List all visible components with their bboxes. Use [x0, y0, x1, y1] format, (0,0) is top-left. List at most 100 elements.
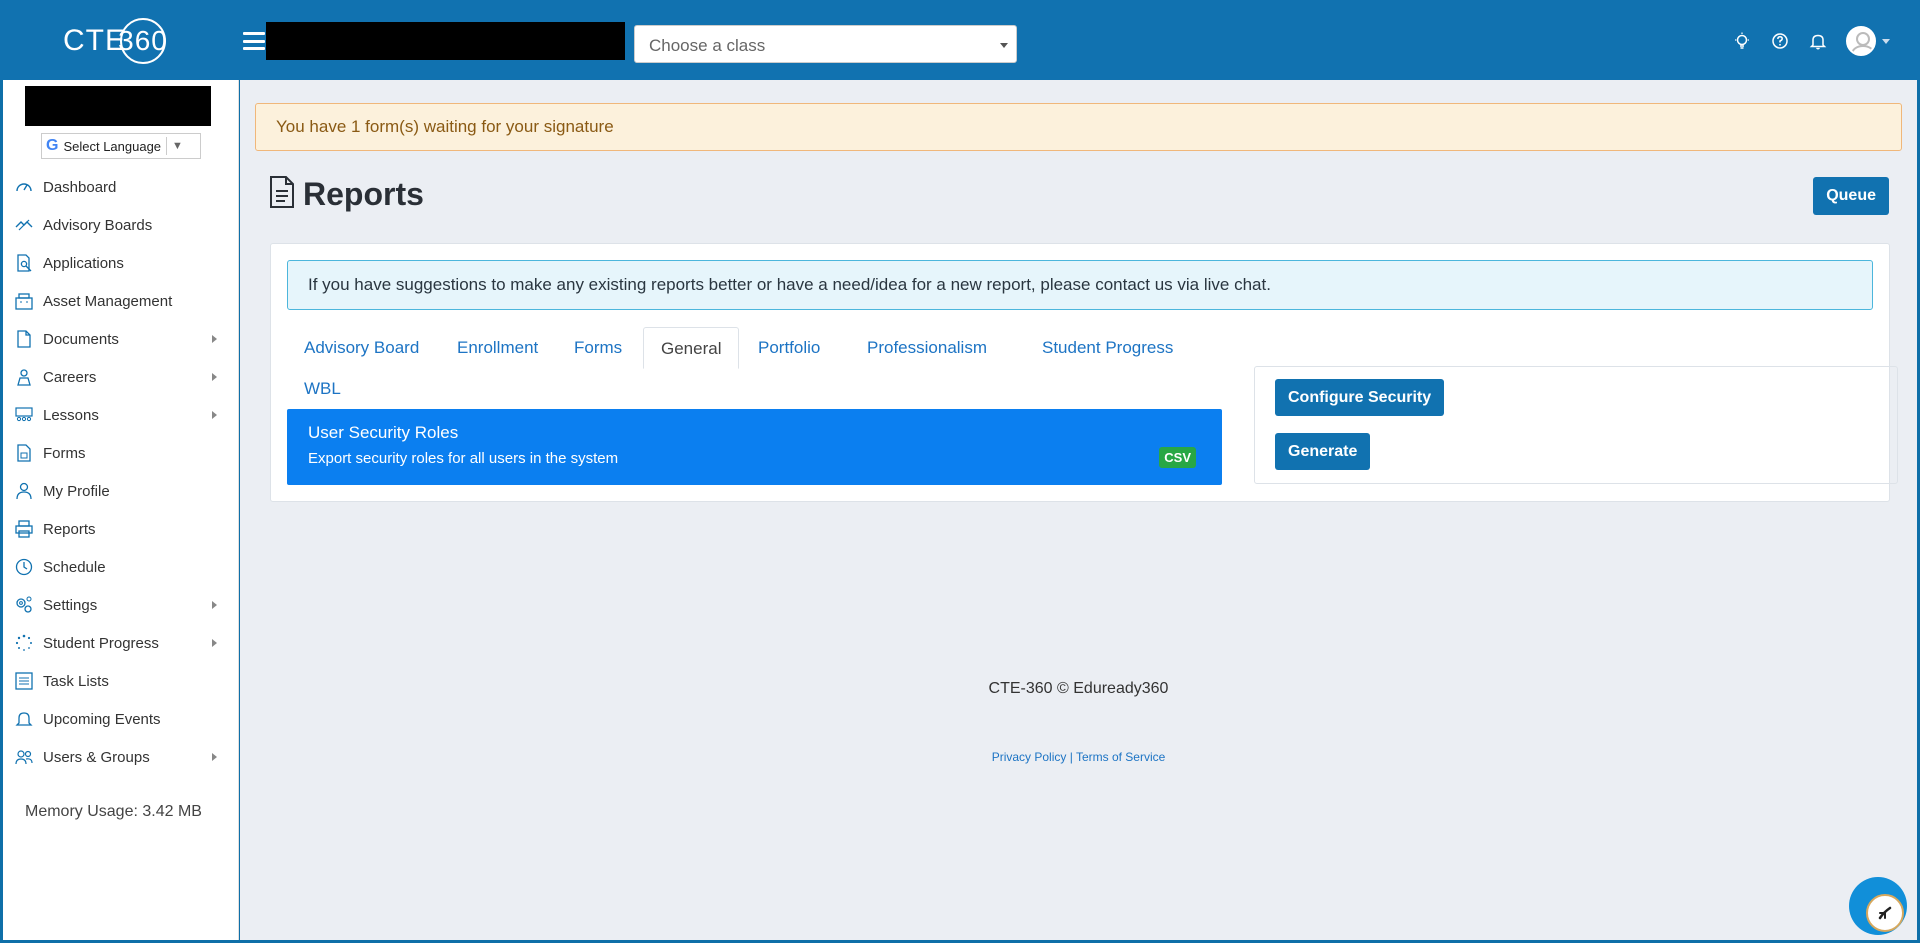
configure-security-button[interactable]: Configure Security	[1275, 379, 1445, 416]
info-banner: If you have suggestions to make any exis…	[287, 260, 1873, 310]
sidebar-item-dashboard[interactable]: Dashboard	[3, 168, 239, 206]
sidebar-item-documents[interactable]: Documents	[3, 320, 239, 358]
chevron-right-icon	[212, 373, 217, 381]
memory-usage: Memory Usage: 3.42 MB	[25, 803, 202, 820]
chevron-down-icon: ▼	[172, 140, 183, 152]
users-icon	[13, 748, 35, 766]
main-content: You have 1 form(s) waiting for your sign…	[240, 80, 1917, 940]
tab-enrollment[interactable]: Enrollment	[440, 327, 555, 369]
clock-icon	[13, 558, 35, 576]
language-select[interactable]: G Select Language ▼	[41, 133, 201, 159]
sidebar-item-applications[interactable]: Applications	[3, 244, 239, 282]
report-user-security-roles[interactable]: User Security Roles Export security role…	[287, 409, 1222, 485]
sidebar-item-asset-management[interactable]: Asset Management	[3, 282, 239, 320]
list-icon	[13, 672, 35, 690]
lightbulb-icon[interactable]	[1732, 31, 1752, 51]
tab-wbl[interactable]: WBL	[287, 368, 358, 410]
chat-icon	[1866, 894, 1904, 932]
page-title-text: Reports	[303, 176, 424, 212]
sidebar-item-label: Applications	[43, 254, 124, 272]
sidebar-item-my-profile[interactable]: My Profile	[3, 472, 239, 510]
help-icon[interactable]	[1770, 31, 1790, 51]
class-select-placeholder: Choose a class	[649, 36, 766, 55]
sidebar-item-label: Upcoming Events	[43, 710, 161, 728]
terms-of-service-link[interactable]: Terms of Service	[1076, 750, 1165, 764]
sidebar-item-users-groups[interactable]: Users & Groups	[3, 738, 239, 776]
top-navbar: CTE 360 Choose a class	[0, 0, 1920, 80]
building-icon	[13, 292, 35, 310]
user-icon	[13, 482, 35, 500]
bell-icon[interactable]	[1808, 31, 1828, 51]
report-actions-panel: Configure Security Generate	[1254, 366, 1898, 484]
report-description: Export security roles for all users in t…	[308, 450, 619, 467]
page-title: Reports	[269, 176, 424, 213]
sidebar-item-label: Lessons	[43, 406, 99, 424]
google-icon: G	[46, 137, 59, 154]
tab-advisory-board[interactable]: Advisory Board	[287, 327, 436, 369]
sidebar-item-label: Asset Management	[43, 292, 173, 310]
user-menu[interactable]	[1846, 26, 1890, 56]
sidebar-item-label: Documents	[43, 330, 119, 348]
sidebar-item-label: Advisory Boards	[43, 216, 153, 234]
sidebar-item-settings[interactable]: Settings	[3, 586, 239, 624]
sidebar-item-lessons[interactable]: Lessons	[3, 396, 239, 434]
redacted-block	[25, 86, 211, 126]
tab-student-progress[interactable]: Student Progress	[1025, 327, 1190, 369]
class-select[interactable]: Choose a class	[634, 25, 1017, 63]
sidebar-item-forms[interactable]: Forms	[3, 434, 239, 472]
tab-forms[interactable]: Forms	[557, 327, 639, 369]
sidebar-item-label: Settings	[43, 596, 98, 614]
chevron-right-icon	[212, 753, 217, 761]
sidebar-item-reports[interactable]: Reports	[3, 510, 239, 548]
reports-card: If you have suggestions to make any exis…	[270, 243, 1898, 502]
cte360-logo[interactable]: CTE 360	[63, 18, 167, 64]
signature-alert[interactable]: You have 1 form(s) waiting for your sign…	[255, 103, 1902, 151]
sidebar-item-schedule[interactable]: Schedule	[3, 548, 239, 586]
file-icon	[13, 330, 35, 348]
classroom-icon	[13, 406, 35, 424]
chevron-down-icon	[1000, 43, 1008, 48]
gears-icon	[13, 596, 35, 614]
spinner-icon	[13, 634, 35, 652]
sidebar-item-task-lists[interactable]: Task Lists	[3, 662, 239, 700]
bell-icon	[13, 710, 35, 728]
sidebar-item-student-progress[interactable]: Student Progress	[3, 624, 239, 662]
privacy-policy-link[interactable]: Privacy Policy	[992, 750, 1067, 764]
sidebar-item-label: Dashboard	[43, 178, 117, 196]
sidebar-item-careers[interactable]: Careers	[3, 358, 239, 396]
sidebar-nav: Dashboard Advisory Boards Applications Asse…	[3, 168, 239, 776]
sidebar-item-label: Careers	[43, 368, 97, 386]
hamburger-menu-icon[interactable]	[243, 32, 265, 50]
sidebar-item-upcoming-events[interactable]: Upcoming Events	[3, 700, 239, 738]
sidebar-item-label: Reports	[43, 520, 96, 538]
handshake-icon	[13, 216, 35, 234]
form-icon	[13, 444, 35, 462]
tab-general[interactable]: General	[643, 327, 740, 369]
avatar-icon	[1846, 26, 1876, 56]
document-icon	[269, 176, 295, 213]
footer-copyright: CTE-360 © Eduready360	[988, 680, 1169, 697]
queue-button[interactable]: Queue	[1813, 177, 1889, 215]
chevron-right-icon	[212, 601, 217, 609]
tab-professionalism[interactable]: Professionalism	[850, 327, 1004, 369]
chevron-down-icon	[1882, 38, 1890, 44]
sidebar-item-label: Forms	[43, 444, 86, 462]
sidebar-item-label: Users & Groups	[43, 748, 150, 766]
printer-icon	[13, 520, 35, 538]
sidebar: G Select Language ▼ Dashboard Advisory Bo…	[3, 80, 239, 940]
generate-button[interactable]: Generate	[1275, 433, 1371, 470]
chevron-right-icon	[212, 639, 217, 647]
chevron-right-icon	[212, 335, 217, 343]
gauge-icon	[13, 178, 35, 196]
live-chat-button[interactable]	[1849, 877, 1907, 935]
document-search-icon	[13, 254, 35, 272]
footer-links: Privacy Policy | Terms of Service	[240, 750, 1917, 764]
redacted-block	[266, 22, 625, 60]
logo-circle: 360	[118, 18, 167, 64]
footer-separator: |	[1066, 750, 1076, 764]
language-select-label: Select Language	[63, 138, 162, 154]
sidebar-item-advisory-boards[interactable]: Advisory Boards	[3, 206, 239, 244]
logo-text: CTE	[63, 24, 126, 57]
tab-portfolio[interactable]: Portfolio	[741, 327, 837, 369]
chevron-right-icon	[212, 411, 217, 419]
